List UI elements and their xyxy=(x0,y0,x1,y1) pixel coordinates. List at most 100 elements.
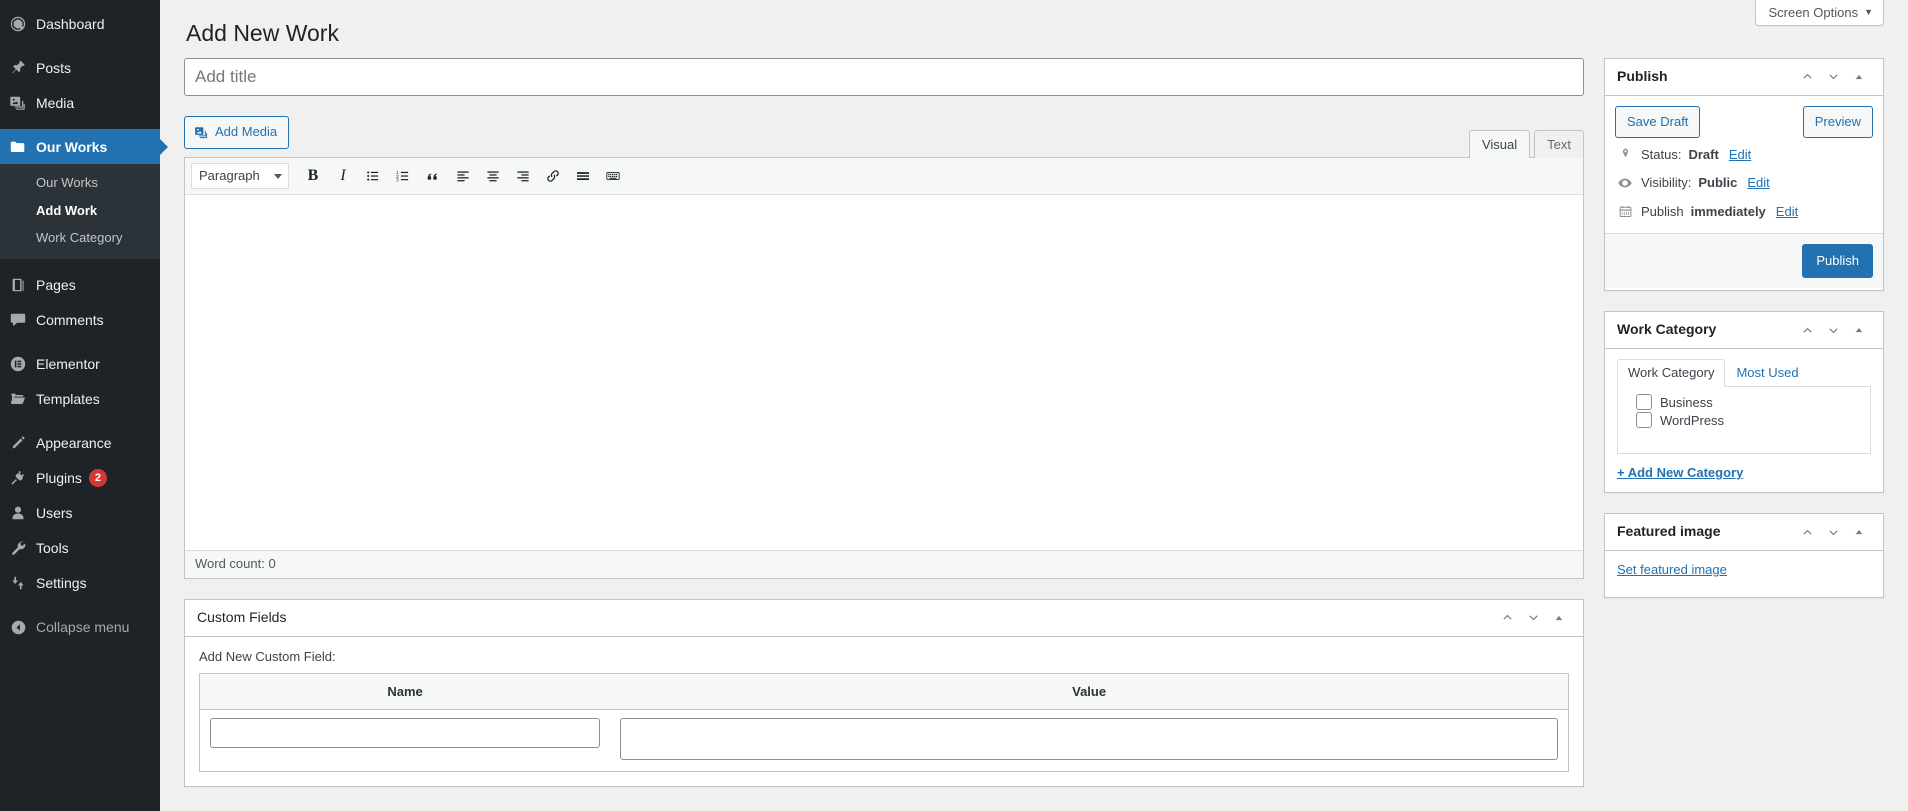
sidebar-item-elementor[interactable]: Elementor xyxy=(0,347,160,382)
move-down-icon[interactable] xyxy=(1821,518,1845,546)
publish-header: Publish xyxy=(1605,59,1883,96)
paragraph-format-select[interactable]: Paragraph xyxy=(191,162,289,189)
submenu-item-add-work[interactable]: Add Work xyxy=(0,197,160,225)
category-checklist[interactable]: Business WordPress xyxy=(1617,386,1871,455)
sidebar-item-our-works[interactable]: Our Works xyxy=(0,129,168,164)
visibility-edit-link[interactable]: Edit xyxy=(1747,175,1769,190)
editor-content-area[interactable] xyxy=(185,194,1583,550)
toolbar-toggle-icon[interactable] xyxy=(599,163,627,189)
preview-button[interactable]: Preview xyxy=(1802,105,1873,138)
add-new-custom-field-label: Add New Custom Field: xyxy=(199,648,336,664)
table-header-row: Name Value xyxy=(199,673,1569,710)
sidebar-item-posts[interactable]: Posts xyxy=(0,50,160,85)
category-checkbox-wordpress[interactable] xyxy=(1636,412,1652,429)
featured-image-title: Featured image xyxy=(1617,523,1721,540)
cell-name xyxy=(200,709,611,771)
status-edit-link[interactable]: Edit xyxy=(1729,147,1751,162)
column-header-name: Name xyxy=(199,673,611,710)
eye-icon xyxy=(1616,175,1634,191)
sidebar-item-pages[interactable]: Pages xyxy=(0,268,160,303)
sidebar-item-appearance[interactable]: Appearance xyxy=(0,426,160,461)
sidebar-item-tools[interactable]: Tools xyxy=(0,531,160,566)
status-value: Draft xyxy=(1688,146,1719,162)
custom-fields-header: Custom Fields xyxy=(185,600,1583,637)
post-body-content: Add Media Visual Text xyxy=(184,57,1584,807)
add-media-button[interactable]: Add Media xyxy=(184,115,290,149)
editor-toolbar: Paragraph B I 123 xyxy=(185,157,1583,195)
media-icon xyxy=(0,94,36,112)
numbered-list-icon[interactable]: 123 xyxy=(389,163,417,189)
sidebar-separator xyxy=(0,338,160,347)
post-title-input[interactable] xyxy=(184,57,1584,96)
tab-work-category[interactable]: Work Category xyxy=(1617,359,1726,388)
category-item-business[interactable]: Business xyxy=(1626,393,1862,411)
move-up-icon[interactable] xyxy=(1795,316,1819,344)
sidebar-item-dashboard[interactable]: Dashboard xyxy=(0,6,160,41)
sidebar-item-label: Comments xyxy=(36,312,104,329)
comments-icon xyxy=(0,311,36,329)
align-right-icon[interactable] xyxy=(509,163,537,189)
sidebar-separator xyxy=(0,120,160,129)
status-label: Status: xyxy=(1641,146,1682,162)
screen-options-button[interactable]: Screen Options ▼ xyxy=(1755,0,1884,26)
sidebar-item-label: Users xyxy=(36,505,73,522)
bold-icon[interactable]: B xyxy=(299,163,327,189)
sidebar-item-label: Appearance xyxy=(36,435,112,452)
custom-field-name-input[interactable] xyxy=(210,717,601,748)
bulleted-list-icon[interactable] xyxy=(359,163,387,189)
sidebar-item-label: Media xyxy=(36,94,75,111)
sidebar-item-media[interactable]: Media xyxy=(0,85,160,120)
move-up-icon[interactable] xyxy=(1795,63,1819,91)
submenu-item-work-category[interactable]: Work Category xyxy=(0,224,160,252)
read-more-icon[interactable] xyxy=(569,163,597,189)
italic-icon[interactable]: I xyxy=(329,163,357,189)
tab-text[interactable]: Text xyxy=(1534,129,1584,158)
custom-fields-handle-actions xyxy=(1495,604,1571,632)
move-up-icon[interactable] xyxy=(1495,604,1519,632)
media-icon xyxy=(194,125,209,140)
tab-most-used[interactable]: Most Used xyxy=(1725,359,1809,387)
editor-mode-tabs: Visual Text xyxy=(1465,129,1584,158)
collapse-menu-button[interactable]: Collapse menu xyxy=(0,610,160,645)
custom-field-value-textarea[interactable] xyxy=(620,717,1558,760)
user-icon xyxy=(0,504,36,522)
add-new-category-link[interactable]: + Add New Category xyxy=(1617,465,1871,480)
toggle-panel-icon[interactable] xyxy=(1847,518,1871,546)
pin-marker-icon xyxy=(1616,147,1634,162)
toggle-panel-icon[interactable] xyxy=(1847,63,1871,91)
tab-visual[interactable]: Visual xyxy=(1468,129,1531,158)
move-down-icon[interactable] xyxy=(1821,63,1845,91)
table-row xyxy=(200,709,1569,771)
work-category-header: Work Category xyxy=(1605,312,1883,350)
save-draft-button[interactable]: Save Draft xyxy=(1615,105,1701,138)
move-up-icon[interactable] xyxy=(1795,518,1819,546)
link-icon[interactable] xyxy=(539,163,567,189)
submenu-item-our-works[interactable]: Our Works xyxy=(0,169,160,197)
blockquote-icon[interactable] xyxy=(419,163,447,189)
move-down-icon[interactable] xyxy=(1821,316,1845,344)
sidebar-separator xyxy=(0,259,160,268)
title-wrap xyxy=(184,57,1584,96)
featured-image-header: Featured image xyxy=(1605,514,1883,552)
publish-actions-bottom: Publish xyxy=(1605,232,1883,289)
sidebar-item-settings[interactable]: Settings xyxy=(0,566,160,601)
sidebar-item-templates[interactable]: Templates xyxy=(0,382,160,417)
set-featured-image-link[interactable]: Set featured image xyxy=(1617,562,1727,577)
align-left-icon[interactable] xyxy=(449,163,477,189)
publish-button[interactable]: Publish xyxy=(1802,243,1873,279)
align-center-icon[interactable] xyxy=(479,163,507,189)
category-item-wordpress[interactable]: WordPress xyxy=(1626,411,1862,429)
schedule-edit-link[interactable]: Edit xyxy=(1776,204,1798,219)
category-checkbox-business[interactable] xyxy=(1636,394,1652,411)
sidebar-item-comments[interactable]: Comments xyxy=(0,303,160,338)
toggle-panel-icon[interactable] xyxy=(1547,604,1571,632)
sidebar-item-plugins[interactable]: Plugins 2 xyxy=(0,461,160,496)
sidebar-item-users[interactable]: Users xyxy=(0,496,160,531)
svg-text:3: 3 xyxy=(396,177,399,183)
editor-statusbar: Word count: 0 xyxy=(185,549,1583,578)
toggle-panel-icon[interactable] xyxy=(1847,316,1871,344)
word-count: Word count: 0 xyxy=(195,555,276,571)
pages-icon xyxy=(0,276,36,294)
move-down-icon[interactable] xyxy=(1521,604,1545,632)
sidebar-item-label: Tools xyxy=(36,540,69,557)
